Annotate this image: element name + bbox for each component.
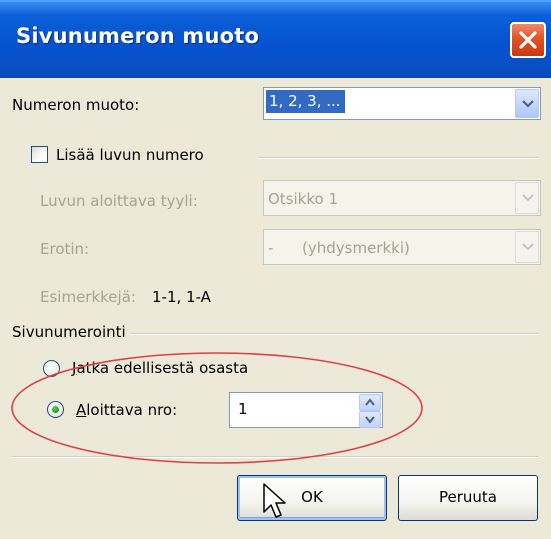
number-format-dropdown-button[interactable] <box>515 89 539 118</box>
spin-down-button[interactable] <box>359 411 381 428</box>
ok-button-label: OK <box>301 488 323 506</box>
close-icon <box>519 31 537 49</box>
chevron-down-icon <box>522 194 534 202</box>
continue-from-previous-radio[interactable] <box>43 360 60 377</box>
page-numbering-divider <box>130 333 538 335</box>
mouse-cursor-icon <box>263 483 286 518</box>
chevron-down-icon <box>522 99 534 108</box>
separator-dropdown-button[interactable] <box>515 231 539 263</box>
cancel-button-label: Peruuta <box>439 488 497 506</box>
page-number-format-dialog: Sivunumeron muoto Numeron muoto: 1, 2, 3… <box>0 0 551 539</box>
continue-from-previous-label[interactable]: Jatka edellisestä osasta <box>72 359 248 377</box>
number-format-select[interactable]: 1, 2, 3, ... <box>263 87 541 120</box>
dialog-title: Sivunumeron muoto <box>16 24 260 48</box>
ok-button[interactable]: OK <box>237 475 387 521</box>
title-bar: Sivunumeron muoto <box>0 0 551 78</box>
chevron-down-icon <box>522 243 534 251</box>
chevron-down-icon <box>365 416 375 424</box>
chapter-style-label: Luvun aloittava tyyli: <box>40 192 198 210</box>
chevron-up-icon <box>365 398 375 406</box>
separator-label: Erotin: <box>40 240 90 258</box>
start-at-radio[interactable] <box>47 401 64 418</box>
page-numbering-group-label: Sivunumerointi <box>12 323 126 341</box>
bottom-divider <box>12 456 538 458</box>
number-format-label: Numeron muoto: <box>12 96 140 114</box>
separator-value: - (yhdysmerkki) <box>268 239 410 257</box>
radio-selected-dot <box>52 406 59 413</box>
separator-select[interactable]: - (yhdysmerkki) <box>263 229 541 265</box>
spinner-buttons <box>359 394 381 428</box>
chapter-style-value: Otsikko 1 <box>268 190 338 208</box>
start-at-value: 1 <box>238 400 248 418</box>
number-format-value: 1, 2, 3, ... <box>266 90 345 113</box>
chapter-style-dropdown-button[interactable] <box>515 182 539 214</box>
start-at-spinner[interactable]: 1 <box>229 392 383 428</box>
close-button[interactable] <box>510 22 546 58</box>
cancel-button[interactable]: Peruuta <box>398 475 538 521</box>
include-chapter-number-checkbox[interactable] <box>31 146 48 163</box>
chapter-style-select[interactable]: Otsikko 1 <box>263 180 541 216</box>
chapter-group-divider <box>258 157 538 159</box>
examples-value: 1-1, 1-A <box>152 288 211 306</box>
examples-label: Esimerkkejä: <box>40 288 136 306</box>
start-at-label[interactable]: Aloittava nro: <box>76 401 177 419</box>
spin-up-button[interactable] <box>359 394 381 411</box>
include-chapter-number-label[interactable]: Lisää luvun numero <box>56 146 204 164</box>
